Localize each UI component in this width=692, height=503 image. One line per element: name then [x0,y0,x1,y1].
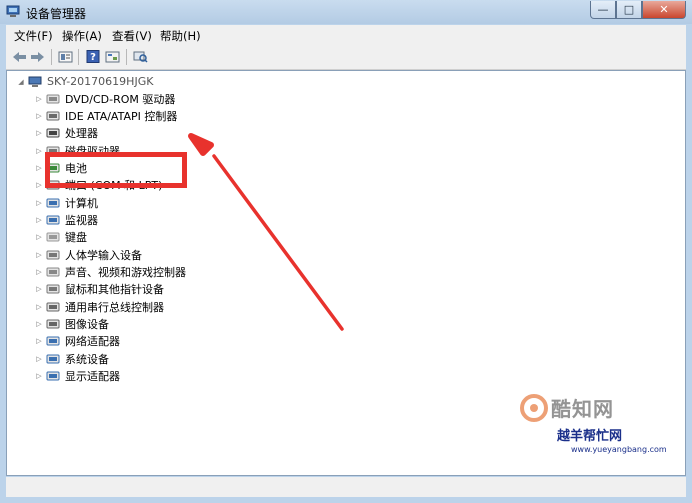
properties-icon[interactable] [58,50,73,63]
view-icon[interactable] [105,50,120,63]
menu-bar: 文件(F) 操作(A) 查看(V) 帮助(H) [6,25,686,45]
toolbar-separator [51,49,52,65]
forward-arrow-icon[interactable] [30,50,45,63]
menu-file[interactable]: 文件(F) [14,28,53,44]
watermark-url: www.yueyangbang.com [571,445,667,454]
title-bar[interactable]: 设备管理器 — □ ✕ [0,0,692,24]
help-icon[interactable]: ? [85,50,100,63]
menu-help[interactable]: 帮助(H) [160,28,201,44]
window-title: 设备管理器 [26,7,87,21]
watermark-site-name: 越羊帮忙网 [555,425,625,444]
svg-text:?: ? [90,52,96,63]
minimize-button[interactable]: — [590,1,616,19]
watermark-text: 酷知网 [551,397,614,421]
menu-action[interactable]: 操作(A) [62,28,102,44]
device-manager-window: 设备管理器 — □ ✕ 文件(F) 操作(A) 查看(V) 帮助(H) ? ◢ … [0,0,692,503]
scan-hardware-icon[interactable] [133,50,148,63]
maximize-button[interactable]: □ [616,1,642,19]
close-button[interactable]: ✕ [642,1,686,19]
toolbar-separator [126,49,127,65]
logo-icon [520,394,548,422]
back-arrow-icon[interactable] [12,50,27,63]
watermark: 酷知网 越羊帮忙网 www.yueyangbang.com [511,389,681,467]
device-manager-icon [6,5,20,17]
toolbar-separator [78,49,79,65]
menu-view[interactable]: 查看(V) [112,28,152,44]
status-bar [6,477,686,497]
device-tree-pane[interactable]: ◢ SKY-20170619HJGK ▷ DVD/CD-ROM 驱动器 ▷ IDE A… [6,70,686,476]
window-controls: — □ ✕ [590,1,686,19]
toolbar: ? [6,45,686,70]
